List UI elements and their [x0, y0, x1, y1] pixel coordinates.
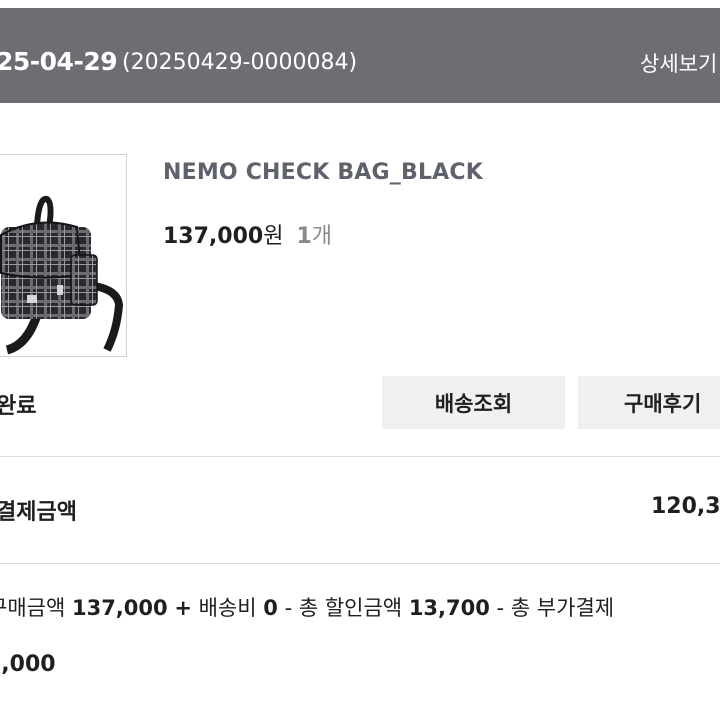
price-unit: 원	[263, 224, 284, 249]
product-price: 137,000	[163, 224, 264, 249]
product-image[interactable]	[0, 154, 127, 357]
order-date: 25-04-29	[0, 47, 118, 76]
divider	[0, 563, 720, 564]
plus-sign: +	[174, 596, 192, 620]
plaid-backpack-image	[0, 195, 124, 355]
order-number: (20250429-0000084)	[122, 50, 358, 75]
delivery-status: 완료	[0, 394, 37, 419]
purchase-value: 137,000	[71, 596, 168, 620]
track-delivery-button[interactable]: 배송조회	[382, 376, 565, 429]
payment-label: 결제금액	[0, 500, 77, 525]
discount-label: 총 할인금액	[298, 596, 403, 620]
product-name[interactable]: NEMO CHECK BAG_BLACK	[163, 160, 483, 185]
minus-sign: -	[496, 596, 505, 620]
sub-total: 3,000	[0, 652, 56, 677]
purchase-label: 구매금액	[0, 596, 66, 620]
shipping-label: 배송비	[198, 596, 257, 620]
product-price-row: 137,000원 1개	[163, 218, 332, 250]
extra-payment-label: 총 부가결제	[510, 596, 615, 620]
quantity-unit: 개	[311, 224, 333, 249]
payment-breakdown: 구매금액 137,000 + 배송비 0 - 총 할인금액 13,700 - 총…	[0, 592, 614, 622]
divider	[0, 456, 720, 457]
detail-link[interactable]: 상세보기	[640, 48, 717, 78]
write-review-button[interactable]: 구매후기	[578, 376, 720, 429]
payment-value: 120,30	[651, 494, 720, 519]
order-header: 25-04-29 (20250429-0000084) 상세보기	[0, 8, 720, 103]
discount-value: 13,700	[408, 596, 490, 620]
minus-sign: -	[284, 596, 293, 620]
shipping-value: 0	[263, 596, 278, 620]
product-quantity: 1	[296, 224, 312, 249]
